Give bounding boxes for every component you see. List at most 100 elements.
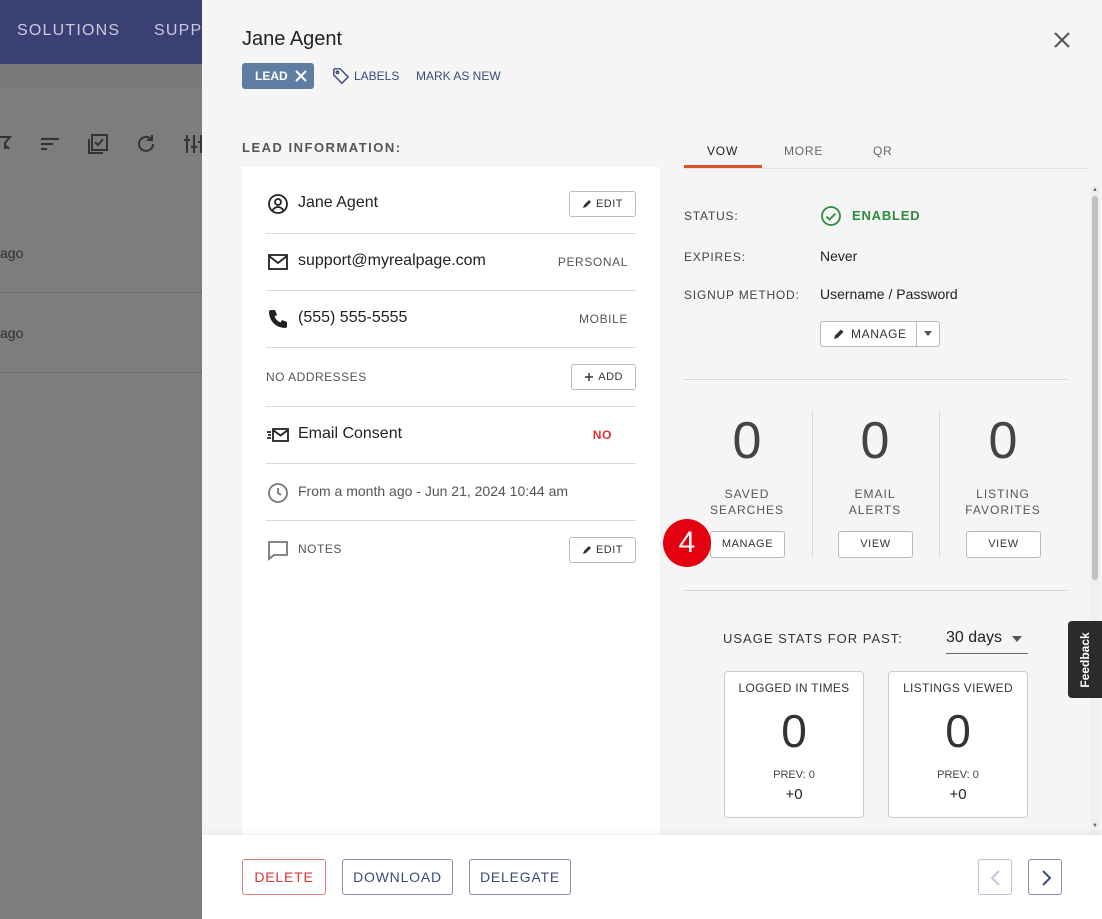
card-value: 0 [945, 705, 971, 757]
background-row[interactable]: ago [0, 213, 210, 293]
expires-label: EXPIRES: [684, 250, 746, 264]
listing-favorites-count: 0 [988, 412, 1018, 470]
check-circle-icon [821, 206, 841, 226]
lead-phone[interactable]: (555) 555-5555 [298, 309, 407, 327]
mark-as-new-button[interactable]: MARK AS NEW [416, 66, 501, 86]
card-title: LISTINGS VIEWED [903, 681, 1013, 695]
add-address-button[interactable]: ADD [571, 364, 636, 390]
tab-more[interactable]: MORE [784, 144, 823, 158]
lead-drawer: Jane Agent LEAD LABELS MARK AS NEW LEAD … [202, 0, 1102, 919]
edit-name-button[interactable]: EDIT [568, 191, 636, 217]
period-value: 30 days [946, 629, 1003, 646]
created-row: From a month ago - Jun 21, 2024 10:44 am [266, 464, 636, 521]
listings-viewed-card: LISTINGS VIEWED 0 PREV: 0 +0 [888, 671, 1028, 818]
lead-chip-label: LEAD [255, 69, 288, 83]
chevron-right-icon [1042, 870, 1052, 886]
mail-icon [266, 250, 290, 274]
phone-icon [266, 307, 290, 331]
tab-divider [684, 168, 1088, 169]
caret-down-icon [1012, 636, 1022, 642]
lead-info-card: Jane Agent EDIT support@myrealpage.com P… [242, 167, 660, 835]
download-button[interactable]: DOWNLOAD [342, 859, 453, 895]
manage-vow-button[interactable]: MANAGE [821, 322, 916, 346]
listing-favorites-label: LISTING FAVORITES [965, 487, 1041, 517]
usage-stats-label: USAGE STATS FOR PAST: [723, 631, 903, 646]
saved-searches-stat: 0 SAVED SEARCHES [687, 408, 807, 518]
remove-chip-icon [295, 70, 307, 82]
comment-icon [266, 538, 290, 562]
email-alerts-stat: 0 EMAIL ALERTS [815, 408, 935, 518]
view-listing-favorites-button[interactable]: VIEW [966, 531, 1041, 558]
card-value: 0 [781, 705, 807, 757]
tag-icon [333, 68, 350, 85]
scroll-down-arrow[interactable]: ▼ [1092, 823, 1098, 829]
lead-chip[interactable]: LEAD [242, 63, 314, 89]
manage-dropdown-toggle[interactable] [916, 322, 939, 346]
next-lead-button[interactable] [1028, 859, 1062, 895]
feedback-label: Feedback [1078, 631, 1092, 688]
email-alerts-count: 0 [860, 412, 890, 470]
card-title: LOGGED IN TIMES [738, 681, 850, 695]
created-date: From a month ago - Jun 21, 2024 10:44 am [298, 483, 569, 499]
saved-searches-count: 0 [732, 412, 762, 470]
divider [684, 590, 1067, 591]
phone-row: (555) 555-5555 MOBILE [266, 291, 636, 348]
view-email-alerts-button[interactable]: VIEW [838, 531, 913, 558]
pencil-icon [834, 329, 844, 339]
signup-label: SIGNUP METHOD: [684, 288, 800, 302]
phone-type: MOBILE [579, 312, 628, 326]
email-type: PERSONAL [557, 255, 628, 269]
stat-divider [812, 411, 813, 557]
close-button[interactable] [1050, 28, 1074, 52]
address-row: NO ADDRESSES ADD [266, 348, 636, 407]
pencil-icon [582, 200, 591, 208]
card-previous: PREV: 0 [937, 769, 979, 781]
background-row[interactable]: ago [0, 293, 210, 373]
card-change: +0 [785, 786, 803, 803]
nav-solutions[interactable]: SOLUTIONS [17, 22, 120, 40]
scrollbar-thumb[interactable] [1092, 196, 1098, 580]
consent-label: Email Consent [298, 425, 403, 442]
edit-notes-button[interactable]: EDIT [568, 537, 636, 563]
period-select[interactable]: 30 days [946, 624, 1028, 654]
account-circle-icon [266, 192, 290, 216]
status-label: STATUS: [684, 209, 739, 223]
tab-qr[interactable]: QR [873, 144, 893, 158]
drawer-footer: DELETE DOWNLOAD DELEGATE [202, 835, 1102, 919]
delegate-button[interactable]: DELEGATE [469, 859, 571, 895]
saved-searches-label: SAVED SEARCHES [709, 487, 785, 517]
tab-vow[interactable]: VOW [707, 144, 738, 158]
notes-label: NOTES [298, 542, 342, 556]
nav-support[interactable]: SUPP [154, 22, 202, 40]
previous-lead-button[interactable] [978, 859, 1012, 895]
step-number-badge: 4 [663, 519, 711, 567]
feedback-tab[interactable]: Feedback [1068, 621, 1102, 698]
pencil-icon [582, 546, 591, 554]
lead-email[interactable]: support@myrealpage.com [298, 252, 486, 270]
no-addresses-label: NO ADDRESSES [266, 370, 367, 384]
manage-saved-searches-button[interactable]: MANAGE [710, 531, 785, 558]
stat-divider [939, 411, 940, 557]
notes-row: NOTES EDIT [266, 521, 636, 578]
lead-info-heading: LEAD INFORMATION: [242, 140, 402, 155]
consent-row: Email Consent NO [266, 407, 636, 464]
labels-button[interactable]: LABELS [332, 66, 399, 86]
email-alerts-label: EMAIL ALERTS [848, 487, 902, 517]
email-consent-icon [266, 423, 290, 447]
lead-name: Jane Agent [298, 194, 379, 211]
expires-value: Never [820, 248, 858, 264]
select-all-icon[interactable] [86, 132, 110, 156]
clock-icon [266, 481, 290, 505]
signup-value: Username / Password [820, 286, 958, 302]
scroll-up-arrow[interactable]: ▲ [1092, 187, 1098, 193]
delete-button[interactable]: DELETE [242, 859, 326, 895]
drawer-title: Jane Agent [242, 28, 343, 50]
refresh-icon[interactable] [134, 132, 158, 156]
row-time: ago [0, 325, 24, 341]
email-row: support@myrealpage.com PERSONAL [266, 234, 636, 291]
status-value: ENABLED [820, 205, 920, 227]
sort-icon[interactable] [38, 132, 62, 156]
row-time: ago [0, 245, 24, 261]
filter-icon[interactable] [0, 132, 24, 156]
logged-in-times-card: LOGGED IN TIMES 0 PREV: 0 +0 [724, 671, 864, 818]
